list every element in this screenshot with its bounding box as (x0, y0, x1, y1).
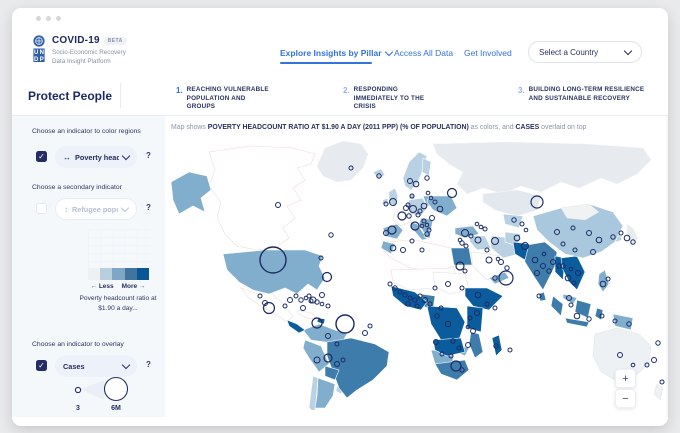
case-bubble[interactable] (425, 176, 429, 180)
active-nav-underline (280, 62, 372, 64)
case-bubble[interactable] (288, 298, 293, 303)
secondary-indicator-dropdown[interactable]: ↕ Refugee populat... (55, 198, 137, 220)
window-controls (36, 16, 61, 21)
chevron-down-icon (624, 47, 632, 55)
case-bubble[interactable] (656, 341, 660, 345)
pillar-1[interactable]: 1. REACHING VULNERABLE POPULATION AND GR… (176, 83, 275, 112)
legend-more-label: More (122, 283, 138, 290)
pillar-2[interactable]: 2. RESPONDING IMMEDIATELY TO THE CRISIS (343, 83, 442, 112)
zoom-out-button[interactable]: − (615, 389, 636, 408)
case-bubble[interactable] (652, 358, 657, 363)
country-shape (209, 146, 315, 250)
case-bubble[interactable] (464, 244, 468, 248)
case-bubble[interactable] (326, 304, 330, 308)
map-controls-sidebar: Choose an indicator to color regions ✓ ↔… (20, 116, 160, 417)
help-icon[interactable]: ? (146, 203, 151, 212)
case-bubble[interactable] (329, 233, 333, 237)
case-bubble[interactable] (524, 228, 528, 232)
case-bubble[interactable] (336, 315, 354, 333)
help-icon[interactable]: ? (146, 360, 151, 369)
case-bubble[interactable] (463, 269, 467, 273)
case-bubble[interactable] (363, 331, 368, 336)
main-content: Choose an indicator to color regions ✓ ↔… (12, 116, 668, 417)
nav-explore-insights[interactable]: Explore Insights by Pillar (280, 48, 392, 58)
chevron-down-icon (384, 48, 392, 56)
chevron-down-icon (121, 204, 129, 212)
legend-histogram (88, 229, 149, 268)
country-shape (433, 142, 651, 194)
case-bubble[interactable] (569, 303, 573, 307)
window-dot[interactable] (56, 16, 61, 21)
zoom-in-button[interactable]: + (615, 369, 636, 388)
nav-access-all-data[interactable]: Access All Data (394, 48, 453, 58)
map-zoom-controls: + − (615, 369, 637, 408)
legend-less-label: Less (99, 283, 114, 290)
country-shape (654, 384, 663, 400)
window-dot[interactable] (46, 16, 51, 21)
country-shape (433, 272, 469, 294)
world-choropleth-map[interactable] (165, 138, 668, 410)
pillar-3[interactable]: 3. BUILDING LONG-TERM RESILIENCE AND SUS… (518, 83, 653, 103)
case-bubble[interactable] (475, 222, 479, 226)
case-bubble[interactable] (574, 313, 580, 319)
nav-get-involved[interactable]: Get Involved (464, 48, 512, 58)
map-panel: Map shows POVERTY HEADCOUNT RATIO AT $1.… (165, 116, 666, 417)
overlay-indicator-checkbox[interactable]: ✓ (36, 360, 47, 371)
chevron-down-icon (122, 361, 130, 369)
case-bubble[interactable] (320, 293, 325, 298)
case-bubble[interactable] (426, 191, 430, 195)
case-bubble[interactable] (483, 227, 487, 231)
beta-badge: BETA (104, 37, 127, 45)
case-bubble[interactable] (294, 294, 298, 298)
chevron-down-icon (122, 152, 130, 160)
case-bubble[interactable] (587, 317, 591, 321)
case-bubble[interactable] (320, 302, 324, 306)
legend-less-more: ← Less More → (76, 283, 160, 290)
case-bubble[interactable] (388, 282, 392, 286)
overlay-indicator-label: Choose an indicator to overlay (32, 341, 124, 348)
select-country-dropdown[interactable]: Select a Country (528, 41, 642, 63)
case-bubble[interactable] (448, 189, 457, 198)
country-shape (483, 190, 541, 216)
color-indicator-checkbox[interactable]: ✓ (36, 151, 47, 162)
bubble-max-label: 6M (111, 405, 121, 412)
bubble-min-label: 3 (76, 405, 80, 412)
legend-caption: Poverty headcount ratio at $1.90 a day..… (72, 294, 164, 314)
case-bubble[interactable] (493, 306, 497, 310)
color-indicator-dropdown[interactable]: ↔ Poverty headcou... (55, 146, 137, 168)
pillar-bar: Protect People 1. REACHING VULNERABLE PO… (12, 76, 668, 116)
case-bubble[interactable] (299, 298, 303, 302)
vertical-arrows-icon: ↕ (64, 205, 68, 214)
app-window: U N D P COVID-19 BETA Socio-Economic Rec… (12, 8, 668, 426)
right-arrow-icon: → (139, 283, 146, 290)
color-indicator-label: Choose an indicator to color regions (32, 128, 141, 135)
horizontal-arrows-icon: ↔ (63, 153, 71, 162)
case-bubble[interactable] (660, 380, 664, 384)
bubble-size-legend: 3 6M (62, 372, 146, 416)
secondary-indicator-checkbox[interactable] (36, 203, 47, 214)
top-nav: Explore Insights by Pillar Access All Da… (12, 48, 668, 72)
app-title: COVID-19 (52, 35, 100, 46)
case-bubble[interactable] (505, 266, 509, 270)
secondary-indicator-label: Choose a secondary indicator (32, 184, 122, 191)
country-shape (627, 224, 638, 246)
case-bubble[interactable] (508, 348, 512, 352)
case-bubble[interactable] (307, 294, 311, 298)
divider (120, 83, 121, 108)
help-icon[interactable]: ? (146, 151, 151, 160)
case-bubble[interactable] (301, 306, 306, 311)
page-title: Protect People (28, 76, 112, 115)
country-shape (297, 310, 317, 319)
legend-color-ramp (88, 268, 149, 280)
map-title: Map shows POVERTY HEADCOUNT RATIO AT $1.… (171, 124, 586, 131)
case-bubble[interactable] (479, 225, 483, 229)
left-arrow-icon: ← (91, 283, 98, 290)
case-bubble[interactable] (368, 324, 372, 328)
country-shape (317, 141, 368, 182)
window-dot[interactable] (36, 16, 41, 21)
